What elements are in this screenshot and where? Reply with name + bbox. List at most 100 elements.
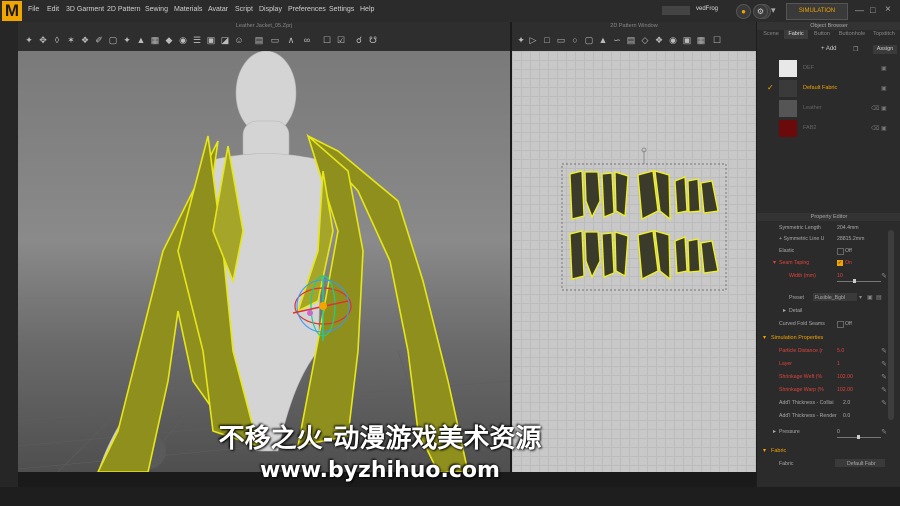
prop-value[interactable]: 1	[837, 361, 840, 367]
tack-icon[interactable]: ❖	[80, 35, 90, 45]
fold-icon[interactable]: ◊	[52, 35, 62, 45]
simulation-properties-header[interactable]: ▾ Simulation Properties	[757, 333, 897, 343]
view-back-icon[interactable]: ☑	[336, 35, 346, 45]
prop-value[interactable]: 102.00	[837, 374, 853, 380]
button-icon[interactable]: ◉	[178, 35, 188, 45]
cloud-icon[interactable]: ●	[736, 4, 751, 19]
edit-icon[interactable]: ✎	[881, 272, 887, 280]
fabric-options-icon[interactable]: ▣	[881, 85, 887, 92]
menu-preferences[interactable]: Preferences	[288, 6, 326, 13]
trash-icon[interactable]: ⌫	[871, 125, 879, 132]
tab-scene[interactable]: Scene	[759, 30, 783, 39]
view-front-icon[interactable]: ☐	[322, 35, 332, 45]
menu-display[interactable]: Display	[259, 6, 282, 13]
trash-icon[interactable]: ⌫	[871, 105, 879, 112]
seam-taping-checkbox[interactable]: ✓	[837, 260, 843, 266]
edit-icon[interactable]: ✎	[881, 347, 887, 355]
menu-settings[interactable]: Settings	[329, 6, 354, 13]
fabric-item[interactable]: Leather ⌫ ▣	[757, 99, 900, 119]
fabric-options-icon[interactable]: ▣	[881, 125, 887, 132]
save-icon[interactable]: ▣	[867, 294, 873, 301]
pattern-rect-icon[interactable]: ▭	[556, 35, 566, 45]
brush-icon[interactable]: ✐	[94, 35, 104, 45]
pattern-trace-icon[interactable]: ◉	[668, 35, 678, 45]
slider-handle[interactable]	[853, 279, 856, 283]
user-avatar[interactable]	[662, 6, 690, 15]
menu-2d-pattern[interactable]: 2D Pattern	[107, 6, 140, 13]
edit-icon[interactable]: ✎	[881, 386, 887, 394]
menu-sewing[interactable]: Sewing	[145, 6, 168, 13]
pin-icon[interactable]: ✶	[66, 35, 76, 45]
menu-3d-garment[interactable]: 3D Garment	[66, 6, 104, 13]
expand-arrow-icon[interactable]: ▸	[783, 307, 786, 314]
assign-button[interactable]: Assign	[873, 45, 897, 54]
collapse-arrow-icon[interactable]: ▾	[773, 259, 776, 266]
tab-button[interactable]: Button	[809, 30, 835, 39]
menu-file[interactable]: File	[28, 6, 39, 13]
menu-help[interactable]: Help	[360, 6, 374, 13]
measurement-icon[interactable]: ▤	[254, 35, 264, 45]
grid-icon[interactable]: ▦	[150, 35, 160, 45]
edit-icon[interactable]: ✎	[881, 428, 887, 436]
maximize-icon[interactable]: □	[870, 5, 875, 15]
menu-script[interactable]: Script	[235, 6, 253, 13]
shirt-alt-icon[interactable]: ☋	[368, 35, 378, 45]
pattern-internal-icon[interactable]: ▢	[584, 35, 594, 45]
prop-value[interactable]: 204.4mm	[837, 225, 859, 231]
pattern-seam-icon[interactable]: ▤	[626, 35, 636, 45]
dropdown-icon[interactable]: ▾	[859, 294, 862, 301]
3d-viewport[interactable]	[18, 51, 510, 472]
prop-value[interactable]: 10	[837, 273, 843, 279]
edit-icon[interactable]: ✎	[881, 399, 887, 407]
elastic-checkbox[interactable]	[837, 248, 844, 255]
pattern-poly-icon[interactable]: □	[542, 35, 552, 45]
settings-icon[interactable]: ⚙	[753, 4, 768, 19]
slider-handle[interactable]	[857, 435, 860, 439]
copy-icon[interactable]: ❐	[853, 46, 858, 53]
pattern-select-icon[interactable]: ✦	[516, 35, 526, 45]
prop-value[interactable]: 28815.2mm	[837, 236, 864, 242]
curved-fold-checkbox[interactable]	[837, 321, 844, 328]
fabric-item-selected[interactable]: ✓ Default Fabric ▣	[757, 79, 900, 99]
fabric-item[interactable]: DEF ▣	[757, 59, 900, 79]
fabric-section-header[interactable]: ▾ Fabric	[757, 446, 897, 456]
menu-avatar[interactable]: Avatar	[208, 6, 228, 13]
menu-materials[interactable]: Materials	[174, 6, 202, 13]
avatar-tool-icon[interactable]: ☺	[234, 35, 244, 45]
expand-arrow-icon[interactable]: ▸	[773, 428, 776, 435]
add-button[interactable]: + Add	[821, 46, 837, 52]
prop-value[interactable]: 2.0	[843, 400, 850, 406]
prop-detail[interactable]: ▸ Detail	[757, 305, 897, 317]
edit-icon[interactable]: ✎	[881, 373, 887, 381]
ruler-icon[interactable]: ▢	[108, 35, 118, 45]
prop-value[interactable]: 5.0	[837, 348, 844, 354]
pattern-texture-icon[interactable]: ▣	[682, 35, 692, 45]
simulation-button[interactable]: SIMULATION	[786, 3, 848, 20]
pattern-dart-icon[interactable]: ▲	[598, 35, 608, 45]
select-icon[interactable]: ✦	[24, 35, 34, 45]
prop-value[interactable]: 0.0	[843, 413, 850, 419]
dropdown-arrow-icon[interactable]: ▾	[771, 5, 776, 16]
graphic-icon[interactable]: ▣	[206, 35, 216, 45]
fabric-item[interactable]: FAB2 ⌫ ▣	[757, 119, 900, 139]
prop-value[interactable]: 0	[837, 429, 840, 435]
tab-fabric[interactable]: Fabric	[784, 30, 808, 39]
pattern-grid-icon[interactable]: ▦	[696, 35, 706, 45]
move-icon[interactable]: ✥	[38, 35, 48, 45]
pattern-view-icon[interactable]: ☐	[712, 35, 722, 45]
close-icon[interactable]: ×	[885, 4, 891, 15]
arrange-icon[interactable]: ▭	[270, 35, 280, 45]
2d-pattern-window[interactable]	[512, 51, 756, 472]
trim-icon[interactable]: ◆	[164, 35, 174, 45]
shirt-icon[interactable]: ☌	[354, 35, 364, 45]
tab-buttonhole[interactable]: Buttonhole	[836, 30, 868, 39]
pattern-edit-icon[interactable]: ▷	[528, 35, 538, 45]
pattern-sew-icon[interactable]: ◇	[640, 35, 650, 45]
shoe-icon[interactable]: ∞	[302, 35, 312, 45]
measure-icon[interactable]: ✦	[122, 35, 132, 45]
pattern-fold-icon[interactable]: ❖	[654, 35, 664, 45]
prop-value[interactable]: 102.00	[837, 387, 853, 393]
pattern-curve-icon[interactable]: ∽	[612, 35, 622, 45]
minimize-icon[interactable]: —	[855, 5, 864, 15]
pattern-circle-icon[interactable]: ○	[570, 35, 580, 45]
